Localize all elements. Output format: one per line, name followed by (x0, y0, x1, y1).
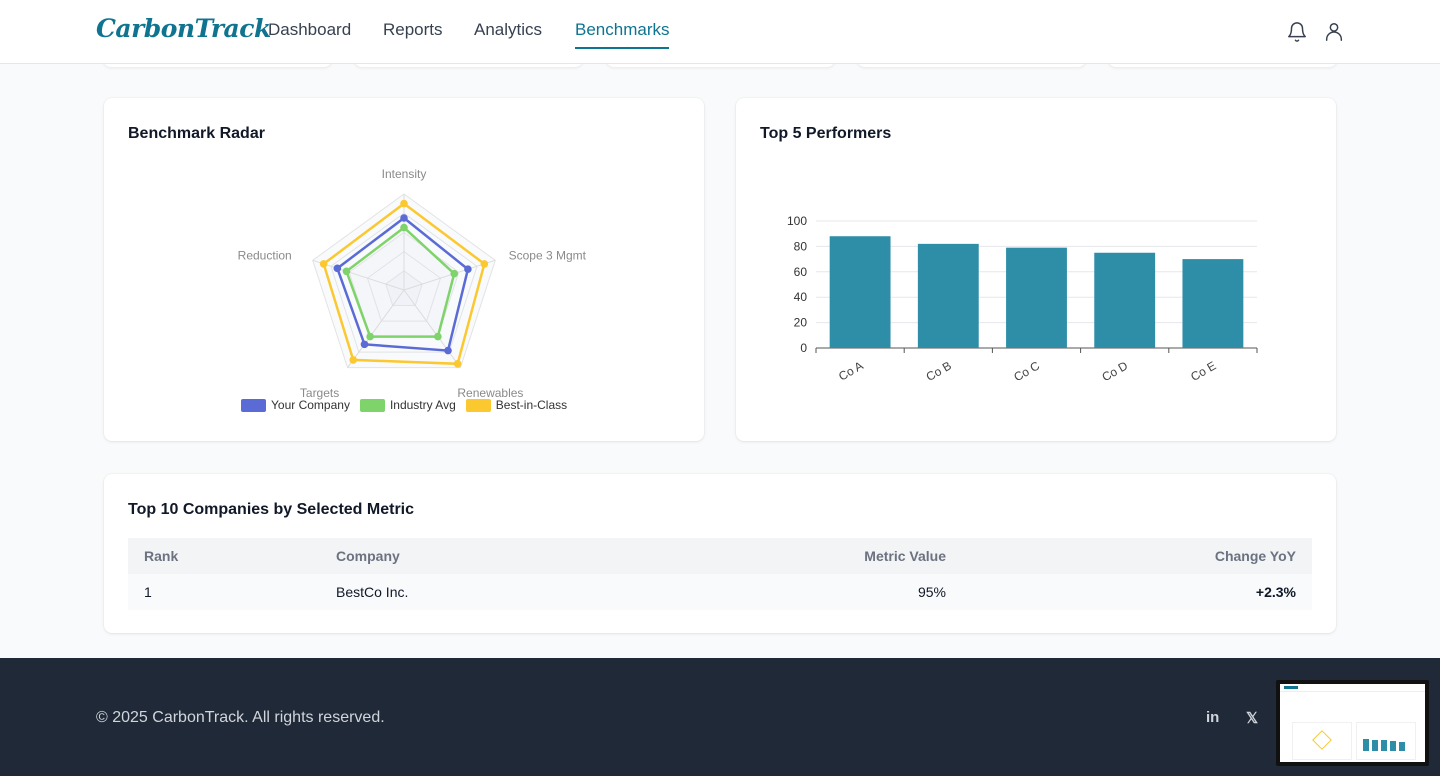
bar (1182, 259, 1244, 348)
radar-point (360, 340, 369, 349)
radar-point (450, 269, 459, 278)
col-header-company[interactable]: Company (320, 538, 662, 574)
bar-y-tick-label: 60 (794, 265, 808, 279)
col-header-change[interactable]: Change YoY (962, 538, 1312, 574)
minimap-bar (1390, 741, 1396, 751)
cell-metric: 95% (662, 574, 962, 610)
cell-company: BestCo Inc. (320, 574, 662, 610)
radar-point (464, 265, 472, 274)
user-icon[interactable] (1323, 21, 1345, 43)
legend-swatch (465, 398, 491, 412)
table-row[interactable]: 1 BestCo Inc. 95% +2.3% (128, 574, 1312, 610)
radar-point (400, 223, 408, 232)
bar (917, 243, 979, 348)
legend-industry-avg[interactable]: Industry Avg (359, 398, 456, 412)
minimap-header (1280, 684, 1425, 692)
radar-axis-label: Scope 3 Mgmt (509, 249, 587, 263)
minimap-radar-card (1292, 722, 1352, 760)
nav-dashboard[interactable]: Dashboard (268, 20, 351, 47)
radar-point (444, 346, 452, 355)
nav-reports[interactable]: Reports (383, 20, 443, 47)
bar-y-tick-label: 40 (794, 290, 808, 304)
radar-point (453, 359, 462, 368)
table-title: Top 10 Companies by Selected Metric (128, 501, 415, 518)
brand-logo[interactable]: CarbonTrack (96, 14, 271, 43)
linkedin-icon[interactable]: in (1206, 709, 1219, 726)
radar-legend: Your Company Industry Avg Best-in-Class (241, 398, 567, 412)
radar-point (366, 332, 374, 341)
ranking-table: Rank Company Metric Value Change YoY 1 B… (128, 538, 1312, 610)
minimap-radar-shape (1312, 730, 1332, 750)
bar-chart: 0 20 40 60 80 100 Co A Co B Co C Co D Co E (787, 214, 1258, 384)
legend-label: Your Company (271, 398, 350, 412)
bar-x-tick-label: Co C (1011, 358, 1042, 384)
legend-label: Best-in-Class (495, 398, 568, 412)
minimap-bar (1363, 739, 1369, 751)
minimap-bar (1399, 742, 1405, 751)
page-minimap-thumbnail[interactable] (1276, 680, 1429, 766)
radar-point (400, 214, 408, 222)
minimap-bar-card (1356, 722, 1416, 760)
legend-swatch (241, 398, 266, 412)
radar-point (480, 260, 489, 268)
radar-point (342, 267, 351, 276)
bar-x-tick-label: Co A (836, 358, 866, 383)
bar-x-tick-label: Co B (924, 358, 954, 383)
minimap-logo (1284, 686, 1298, 689)
bar (1006, 247, 1067, 348)
minimap-bar (1381, 740, 1387, 751)
radar-chart: IntensityScope 3 MgmtRenewablesTargetsRe… (238, 167, 587, 400)
minimap-bar (1372, 740, 1378, 751)
legend-label: Industry Avg (389, 398, 456, 412)
minimap-preview (1280, 684, 1425, 762)
cell-rank: 1 (128, 574, 320, 610)
legend-best-in-class[interactable]: Best-in-Class (465, 398, 568, 412)
benchmark-radar-card: Benchmark Radar Intensity Scope 3 Mgmt Ren… (104, 98, 704, 441)
radar-point (400, 199, 408, 208)
legend-your-company[interactable]: Your Company (241, 398, 350, 412)
top-navigation: CarbonTrack Dashboard Reports Analytics … (0, 0, 1440, 64)
ranking-table-card: Top 10 Companies by Selected Metric Rank… (104, 474, 1336, 633)
legend-swatch (359, 398, 385, 412)
col-header-rank[interactable]: Rank (128, 538, 320, 574)
bar-y-tick-label: 100 (787, 214, 807, 228)
nav-benchmarks[interactable]: Benchmarks (575, 20, 670, 49)
bar-x-tick-label: Co D (1100, 358, 1131, 384)
bar-y-tick-label: 20 (794, 316, 808, 330)
col-header-metric[interactable]: Metric Value (662, 538, 962, 574)
footer: © 2025 CarbonTrack. All rights reserved.… (0, 658, 1440, 776)
bar-x-tick-label: Co E (1188, 358, 1218, 383)
bar-y-tick-label: 80 (794, 239, 808, 253)
nav-analytics[interactable]: Analytics (474, 20, 542, 47)
radar-point (319, 260, 328, 268)
radar-point (349, 356, 358, 364)
radar-point (434, 332, 442, 341)
radar-axis-label: Intensity (382, 167, 427, 181)
x-icon[interactable]: 𝕏 (1246, 709, 1258, 727)
copyright-text: © 2025 CarbonTrack. All rights reserved. (96, 709, 385, 726)
radar-axis-label: Reduction (238, 249, 292, 263)
table-header-row: Rank Company Metric Value Change YoY (128, 538, 1312, 574)
bar (829, 236, 891, 348)
top-performers-card: Top 5 Performers 0 20 40 60 80 100 Co A Co B Co … (736, 98, 1336, 441)
bar (1094, 252, 1156, 348)
bell-icon[interactable] (1286, 21, 1308, 43)
radar-point (333, 264, 342, 273)
bar-y-tick-label: 0 (800, 341, 807, 355)
cell-change: +2.3% (962, 574, 1312, 610)
